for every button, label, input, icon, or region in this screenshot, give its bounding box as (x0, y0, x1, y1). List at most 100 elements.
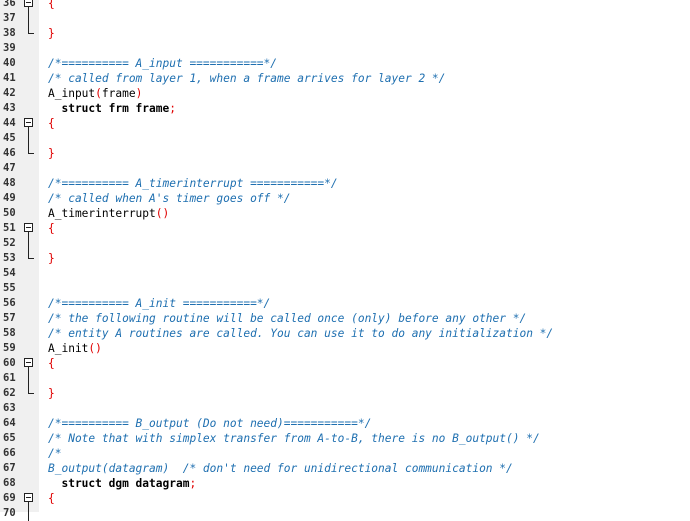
code-punctuation: } (48, 387, 55, 400)
code-line[interactable]: 51 { (0, 221, 690, 236)
code-line[interactable]: 48 /*========== A_timerinterrupt ========… (0, 176, 690, 191)
code-text: struct frm frame; (48, 101, 176, 116)
code-line[interactable]: 36 { (0, 0, 690, 11)
line-number: 69 (3, 492, 16, 504)
code-comment: /* Note that with simplex transfer from … (48, 432, 540, 445)
code-token: struct dgm datagram (48, 477, 190, 490)
code-line[interactable]: 69 { (0, 491, 690, 506)
code-text: /*========== A_input ===========*/ (48, 56, 277, 71)
code-text: /* entity A routines are called. You can… (48, 326, 553, 341)
line-number: 70 (3, 507, 16, 519)
code-line[interactable]: 70 (0, 506, 690, 521)
fold-guide-line (28, 371, 29, 386)
code-line[interactable]: 57 /* the following routine will be calle… (0, 311, 690, 326)
code-line[interactable]: 64 /*========== B_output (Do not need)===… (0, 416, 690, 431)
code-line[interactable]: 53} (0, 251, 690, 266)
line-number: 49 (3, 192, 16, 204)
line-number: 42 (3, 87, 16, 99)
code-text: /*========== A_init ===========*/ (48, 296, 270, 311)
code-line[interactable]: 41 /* called from layer 1, when a frame a… (0, 71, 690, 86)
code-line[interactable]: 47 (0, 161, 690, 176)
code-line[interactable]: 42 A_input(frame) (0, 86, 690, 101)
code-punctuation: () (88, 342, 102, 355)
code-comment: /*========== B_output (Do not need)=====… (48, 417, 372, 430)
line-number: 62 (3, 387, 16, 399)
fold-end-marker (28, 146, 34, 154)
code-text: /* called from layer 1, when a frame arr… (48, 71, 445, 86)
code-line[interactable]: 49 /* called when A's timer goes off */ (0, 191, 690, 206)
code-line[interactable]: 58 /* entity A routines are called. You c… (0, 326, 690, 341)
code-line[interactable]: 43 struct frm frame; (0, 101, 690, 116)
code-comment: /* called when A's timer goes off */ (48, 192, 291, 205)
code-line[interactable]: 44 { (0, 116, 690, 131)
code-token: struct frm frame (48, 102, 170, 115)
code-line[interactable]: 52 (0, 236, 690, 251)
line-number: 67 (3, 462, 16, 474)
code-comment: /* (48, 447, 62, 460)
code-line[interactable]: 61 (0, 371, 690, 386)
code-punctuation: } (48, 27, 55, 40)
code-line[interactable]: 55 (0, 281, 690, 296)
code-line[interactable]: 66 /* (0, 446, 690, 461)
line-number: 45 (3, 132, 16, 144)
line-number: 39 (3, 42, 16, 54)
line-number: 64 (3, 417, 16, 429)
code-line[interactable]: 45 (0, 131, 690, 146)
code-line[interactable]: 38} (0, 26, 690, 41)
code-line[interactable]: 65 /* Note that with simplex transfer fro… (0, 431, 690, 446)
fold-collapse-icon[interactable] (24, 118, 33, 127)
fold-collapse-icon[interactable] (24, 0, 33, 7)
fold-guide-line (28, 236, 29, 251)
code-token: A_input (48, 87, 96, 100)
code-comment: /* the following routine will be called … (48, 312, 527, 325)
fold-collapse-icon[interactable] (24, 358, 33, 367)
code-line[interactable]: 54 (0, 266, 690, 281)
fold-collapse-icon[interactable] (24, 223, 33, 232)
code-line[interactable]: 68 struct dgm datagram; (0, 476, 690, 491)
code-comment: /*========== A_input ===========*/ (48, 57, 278, 70)
code-text: /*========== A_timerinterrupt ==========… (48, 176, 338, 191)
code-line[interactable]: 56 /*========== A_init ===========*/ (0, 296, 690, 311)
code-line[interactable]: 50 A_timerinterrupt() (0, 206, 690, 221)
code-line[interactable]: 46} (0, 146, 690, 161)
line-number: 63 (3, 402, 16, 414)
fold-guide-line (28, 11, 29, 26)
code-text: { (48, 0, 55, 11)
code-punctuation: } (48, 147, 55, 160)
code-text: } (48, 251, 55, 266)
code-editor[interactable]: 36{37 38} 39 40/*========== A_input =======… (0, 0, 690, 521)
code-text: struct dgm datagram; (48, 476, 196, 491)
code-token: frame (101, 87, 136, 100)
code-text: A_input(frame) (48, 86, 142, 101)
fold-guide-line (28, 131, 29, 146)
code-punctuation: { (48, 222, 55, 235)
code-text: } (48, 146, 55, 161)
code-line[interactable]: 40 /*========== A_input ===========*/ (0, 56, 690, 71)
line-number: 36 (3, 0, 16, 9)
code-text: /*========== B_output (Do not need)=====… (48, 416, 371, 431)
line-number: 40 (3, 57, 16, 69)
code-line[interactable]: 37 (0, 11, 690, 26)
line-number: 47 (3, 162, 16, 174)
code-line[interactable]: 62} (0, 386, 690, 401)
line-number: 60 (3, 357, 16, 369)
code-line[interactable]: 67 B_output(datagram) /* don't need for u… (0, 461, 690, 476)
code-line[interactable]: 59 A_init() (0, 341, 690, 356)
line-number: 48 (3, 177, 16, 189)
line-number: 43 (3, 102, 16, 114)
code-punctuation: { (48, 492, 55, 505)
code-text: A_init() (48, 341, 102, 356)
fold-collapse-icon[interactable] (24, 493, 33, 502)
code-line[interactable]: 39 (0, 41, 690, 56)
line-number: 54 (3, 267, 16, 279)
code-text: } (48, 386, 55, 401)
code-comment: B_output(datagram) /* don't need for uni… (48, 462, 513, 475)
code-punctuation: { (48, 117, 55, 130)
line-number: 68 (3, 477, 16, 489)
code-punctuation: { (48, 357, 55, 370)
code-comment: /*========== A_timerinterrupt ==========… (48, 177, 338, 190)
code-line[interactable]: 63 (0, 401, 690, 416)
code-punctuation: { (48, 0, 55, 10)
code-line[interactable]: 60 { (0, 356, 690, 371)
line-number: 38 (3, 27, 16, 39)
